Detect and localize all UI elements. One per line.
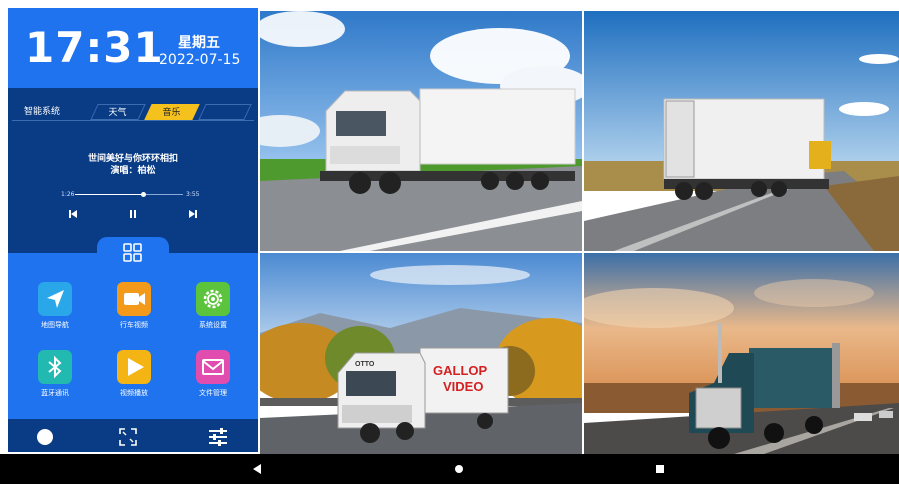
- app-label: 文件管理: [199, 389, 227, 397]
- camera-feed-4[interactable]: [584, 253, 899, 454]
- pause-icon[interactable]: [126, 207, 140, 221]
- svg-text:OTTO: OTTO: [355, 361, 375, 368]
- tab-label: 音乐: [162, 108, 181, 118]
- app-grid-icon[interactable]: [123, 243, 143, 263]
- app-label: 蓝牙通讯: [41, 389, 69, 397]
- fullscreen-icon[interactable]: [118, 427, 138, 447]
- previous-track-icon[interactable]: [66, 207, 80, 221]
- gear-icon: [196, 282, 230, 316]
- progress-knob[interactable]: [141, 192, 147, 197]
- truck-autumn-image: GALLOP VIDEO OTTO: [260, 253, 582, 454]
- clock-weekday: 星期五: [178, 35, 220, 51]
- home-icon[interactable]: [455, 465, 463, 473]
- tab-label: 天气: [108, 108, 127, 118]
- app-map-navigation[interactable]: 地图导航: [20, 282, 90, 330]
- system-navigation-bar: [0, 454, 899, 484]
- camera-feed-2[interactable]: [584, 11, 899, 251]
- progress-fill: [75, 194, 144, 195]
- app-file-manager[interactable]: 文件管理: [178, 350, 248, 398]
- app-bluetooth[interactable]: 蓝牙通讯: [20, 350, 90, 398]
- tab-label: 智能系统: [24, 107, 61, 117]
- navigation-arrow-icon: [38, 282, 72, 316]
- clock-widget: 17:31 星期五 2022-07-15: [8, 8, 258, 88]
- app-system-settings[interactable]: 系统设置: [178, 282, 248, 330]
- elapsed-time: 1:26: [61, 191, 75, 198]
- duration-time: 3:55: [186, 191, 200, 198]
- bluetooth-icon: [38, 350, 72, 384]
- app-label: 行车视频: [120, 321, 148, 329]
- tab-weather[interactable]: 天气: [90, 104, 146, 120]
- truck-sunset-image: [584, 253, 899, 454]
- recent-apps-icon[interactable]: [656, 465, 664, 473]
- back-icon[interactable]: [252, 464, 262, 474]
- camera-icon: [117, 282, 151, 316]
- gallop-sign-line2: VIDEO: [443, 379, 483, 394]
- app-label: 系统设置: [199, 321, 227, 329]
- home-dot-icon[interactable]: [37, 429, 53, 445]
- widget-tabs: 智能系统 天气 音乐: [12, 104, 254, 120]
- progress-slider[interactable]: [75, 192, 183, 197]
- app-video-player[interactable]: 视频播放: [99, 350, 169, 398]
- music-widget: 智能系统 天气 音乐 世间美好与你环环相扣 演唱：柏松 1:26 3:55: [8, 88, 258, 253]
- tab-smart-system[interactable]: 智能系统: [16, 104, 96, 120]
- app-label: 地图导航: [41, 321, 69, 329]
- tab-empty[interactable]: [198, 104, 252, 120]
- app-label: 视频播放: [120, 389, 148, 397]
- panel-bottom-bar: [8, 419, 258, 452]
- app-launcher: 地图导航 行车视频 系统设置 蓝牙通讯 视频播放 文件管理: [8, 237, 258, 419]
- tab-divider: [12, 120, 254, 121]
- next-track-icon[interactable]: [186, 207, 200, 221]
- clock-time: 17:31: [25, 23, 164, 72]
- truck-highway-image: [260, 11, 582, 251]
- song-singer: 演唱：柏松: [110, 166, 156, 176]
- camera-feed-1[interactable]: [260, 11, 582, 251]
- dashboard-screen: 17:31 星期五 2022-07-15 智能系统 天气 音乐 世间美好与你环环…: [0, 0, 899, 484]
- adjust-sliders-icon[interactable]: [207, 427, 229, 447]
- clock-date: 2022-07-15: [159, 52, 241, 68]
- tab-music[interactable]: 音乐: [144, 104, 200, 120]
- play-icon: [117, 350, 151, 384]
- camera-feed-3[interactable]: GALLOP VIDEO OTTO: [260, 253, 582, 454]
- truck-rear-image: [584, 11, 899, 251]
- app-driving-video[interactable]: 行车视频: [99, 282, 169, 330]
- gallop-sign-line1: GALLOP: [433, 363, 487, 378]
- left-control-panel: 17:31 星期五 2022-07-15 智能系统 天气 音乐 世间美好与你环环…: [8, 8, 258, 452]
- mail-icon: [196, 350, 230, 384]
